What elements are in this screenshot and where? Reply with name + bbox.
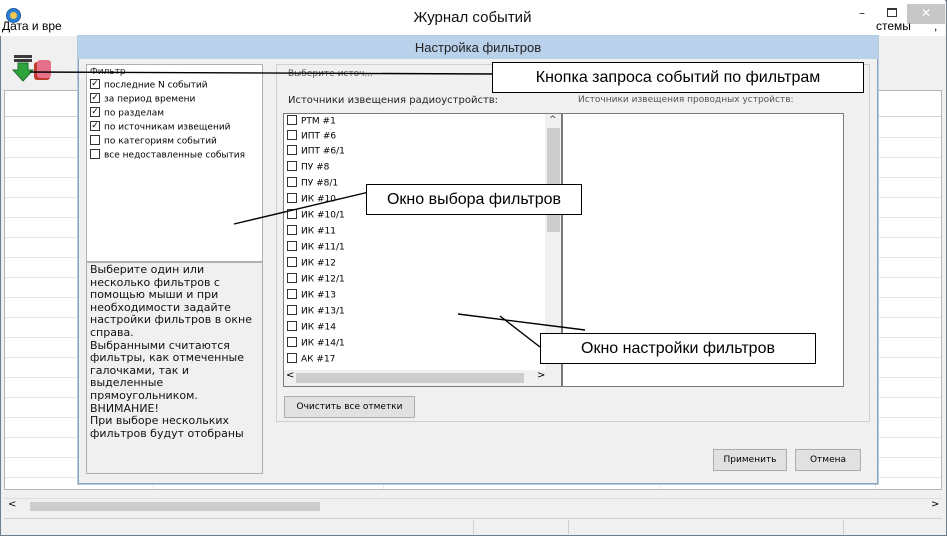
- cancel-button[interactable]: Отмена: [795, 449, 861, 471]
- minimize-button[interactable]: –: [847, 4, 877, 24]
- checkbox-icon[interactable]: [287, 177, 297, 187]
- filter-undelivered-events[interactable]: все недоставленные события: [90, 149, 245, 164]
- scroll-up-arrow-icon[interactable]: ^: [549, 115, 557, 125]
- close-button[interactable]: ✕: [907, 4, 945, 24]
- apply-button[interactable]: Применить: [713, 449, 787, 471]
- window-title: Журнал событий: [413, 9, 532, 26]
- list-item[interactable]: ИК #11: [287, 225, 336, 240]
- filter-last-n-events[interactable]: ✓ последние N событий: [90, 79, 208, 94]
- checkbox-icon[interactable]: [287, 241, 297, 251]
- column-system-header[interactable]: стемы: [876, 19, 911, 33]
- checkbox-icon[interactable]: [90, 135, 100, 145]
- filter-label: по категориям событий: [104, 136, 217, 147]
- checkbox-icon[interactable]: [287, 145, 297, 155]
- list-item-label: РТМ #1: [301, 116, 336, 127]
- list-item[interactable]: ИК #10: [287, 193, 336, 208]
- help-text: Выберите один или несколько фильтров с п…: [90, 263, 253, 440]
- list-item[interactable]: ИПТ #6/1: [287, 145, 345, 160]
- checkbox-icon[interactable]: [287, 209, 297, 219]
- scroll-left-arrow-icon[interactable]: <: [286, 370, 294, 381]
- list-item[interactable]: ИК #14/1: [287, 337, 345, 352]
- scrollbar-thumb[interactable]: [547, 128, 560, 232]
- checkbox-icon[interactable]: [287, 193, 297, 203]
- list-item[interactable]: ИК #13: [287, 289, 336, 304]
- list-item-label: ПУ #8/1: [301, 178, 339, 189]
- column-next-header[interactable]: ,: [934, 19, 937, 33]
- request-events-icon[interactable]: [12, 54, 34, 82]
- filter-by-sources[interactable]: ✓ по источникам извещений: [90, 121, 231, 136]
- list-item[interactable]: ИК #11/1: [287, 241, 345, 256]
- maximize-icon: [887, 8, 897, 17]
- list-item[interactable]: ИК #12/1: [287, 273, 345, 288]
- status-separator: [568, 520, 569, 534]
- checkbox-icon[interactable]: [287, 225, 297, 235]
- callout-request-button: Кнопка запроса событий по фильтрам: [492, 62, 864, 93]
- scrollbar-thumb[interactable]: [30, 502, 320, 511]
- column-date-header[interactable]: Дата и вре: [2, 19, 62, 33]
- list-item[interactable]: ИК #10/1: [287, 209, 345, 224]
- checkbox-icon[interactable]: [287, 337, 297, 347]
- filter-label: последние N событий: [104, 80, 208, 91]
- list-item[interactable]: ПУ #8: [287, 161, 330, 176]
- dialog-title: Настройка фильтров: [414, 40, 542, 55]
- list-item[interactable]: РТМ #1: [287, 115, 336, 130]
- list-item-label: ИК #13: [301, 290, 336, 301]
- list-item-label: ИК #10/1: [301, 210, 345, 221]
- filter-label: все недоставленные события: [104, 150, 245, 161]
- scroll-right-arrow-icon[interactable]: >: [931, 499, 939, 510]
- status-separator: [473, 520, 474, 534]
- filter-by-categories[interactable]: по категориям событий: [90, 135, 217, 150]
- checkbox-checked-icon[interactable]: ✓: [90, 93, 100, 103]
- list-item-label: ИК #11: [301, 226, 336, 237]
- list-item[interactable]: ИК #12: [287, 257, 336, 272]
- scroll-left-arrow-icon[interactable]: <: [8, 499, 16, 510]
- filter-label: по разделам: [104, 108, 165, 119]
- checkbox-checked-icon[interactable]: ✓: [90, 121, 100, 131]
- checkbox-icon[interactable]: [287, 115, 297, 125]
- checkbox-icon[interactable]: [287, 321, 297, 331]
- list-item-label: ИПТ #6: [301, 131, 337, 142]
- list-item-label: ИК #14/1: [301, 338, 345, 349]
- callout-filter-window: Окно выбора фильтров: [366, 184, 582, 215]
- list-item-label: ИК #10: [301, 194, 336, 205]
- checkbox-icon[interactable]: [287, 130, 297, 140]
- checkbox-icon[interactable]: [287, 353, 297, 363]
- checkbox-icon[interactable]: [287, 305, 297, 315]
- checkbox-checked-icon[interactable]: ✓: [90, 107, 100, 117]
- checkbox-icon[interactable]: [287, 289, 297, 299]
- wired-sources-header: Источники извещения проводных устройств:: [578, 95, 794, 105]
- checkbox-icon[interactable]: [90, 149, 100, 159]
- clear-all-button[interactable]: Очистить все отметки: [284, 396, 415, 418]
- list-item-label: ИК #13/1: [301, 306, 345, 317]
- status-separator: [843, 520, 844, 534]
- list-item-label: ИК #12/1: [301, 274, 345, 285]
- radio-sources-header: Источники извещения радиоустройств:: [288, 95, 499, 106]
- list-item-label: ИК #12: [301, 258, 336, 269]
- scrollbar-thumb[interactable]: [296, 373, 524, 383]
- filter-label: за период времени: [104, 94, 196, 105]
- filter-group-label: Фильтр: [90, 67, 126, 77]
- list-item-label: АК #17: [301, 354, 336, 365]
- stack-icon[interactable]: [34, 60, 52, 82]
- list-item[interactable]: АК #17: [287, 353, 336, 368]
- checkbox-icon[interactable]: [287, 273, 297, 283]
- checkbox-checked-icon[interactable]: ✓: [90, 79, 100, 89]
- list-item[interactable]: ИПТ #6: [287, 130, 337, 145]
- list-item[interactable]: ИК #13/1: [287, 305, 345, 320]
- settings-header: Выберите источ...: [288, 69, 374, 79]
- filter-by-partitions[interactable]: ✓ по разделам: [90, 107, 165, 122]
- scroll-right-arrow-icon[interactable]: >: [537, 370, 545, 381]
- filter-label: по источникам извещений: [104, 122, 231, 133]
- list-item-label: ИК #11/1: [301, 242, 345, 253]
- checkbox-icon[interactable]: [287, 257, 297, 267]
- checkbox-icon[interactable]: [287, 161, 297, 171]
- filter-time-period[interactable]: ✓ за период времени: [90, 93, 196, 108]
- list-item-label: ИК #14: [301, 322, 336, 333]
- list-item[interactable]: ПУ #8/1: [287, 177, 339, 192]
- list-item-label: ПУ #8: [301, 162, 330, 173]
- list-item-label: ИПТ #6/1: [301, 146, 345, 157]
- list-item[interactable]: ИК #14: [287, 321, 336, 336]
- callout-settings-window: Окно настройки фильтров: [540, 333, 816, 364]
